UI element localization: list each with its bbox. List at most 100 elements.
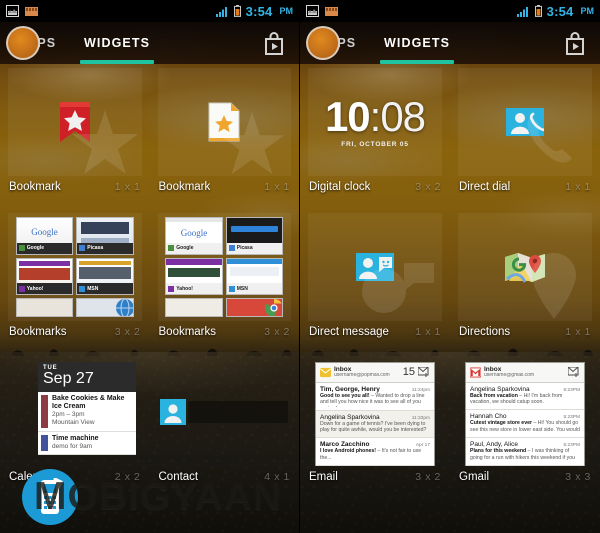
gmail-list-item: Angelina Sparkovina 5:23PM Back from vac… bbox=[466, 382, 584, 411]
bookmark-tile: Google Google bbox=[165, 217, 223, 255]
favicon-icon bbox=[228, 245, 235, 252]
bookmark-tile bbox=[15, 298, 74, 317]
bookmark-tile bbox=[225, 298, 284, 317]
gmail-address: username@gmail.com bbox=[484, 373, 535, 379]
bookmark-title-bar: Yahoo! bbox=[166, 283, 222, 295]
email-list-item: Marco Zacchino Apr 17 I love Android pho… bbox=[316, 438, 434, 466]
bookmark-thumb bbox=[77, 258, 133, 284]
bookmarks-thumbnail-grid: Google Google Picasa Yahoo! MSN bbox=[15, 217, 134, 317]
bookmark-tile: MSN bbox=[225, 257, 284, 296]
widget-cell-bookmarks-light[interactable]: Google Google Picasa Yahoo! MSN Bookmark… bbox=[150, 207, 300, 352]
clock-date: FRI, OCTOBER 05 bbox=[341, 140, 409, 148]
email-header: Inbox username@popmail.com 15 bbox=[316, 363, 434, 383]
favicon-icon bbox=[18, 285, 25, 292]
gmail-list-item: Paul, Andy, Alice 5:23PM Plans for this … bbox=[466, 438, 584, 466]
widget-name: Email bbox=[309, 471, 338, 483]
email-sender: Marco Zacchino bbox=[320, 441, 370, 449]
bookmark-label: Google bbox=[26, 245, 44, 252]
digital-clock-preview: 10:08 FRI, OCTOBER 05 bbox=[325, 92, 426, 149]
play-store-bag-icon[interactable] bbox=[261, 30, 287, 56]
bookmark-thumb bbox=[226, 218, 283, 243]
widget-size: 1 x 1 bbox=[114, 181, 141, 193]
email-unread-count: 15 bbox=[402, 366, 415, 379]
gmail-account: Inbox username@gmail.com bbox=[484, 366, 565, 379]
gmail-item-header: Paul, Andy, Alice 5:23PM bbox=[470, 441, 580, 448]
event-time: 2pm – 3pm bbox=[52, 411, 85, 419]
widget-cell-bookmark-ribbon[interactable]: Bookmark 1 x 1 bbox=[0, 62, 150, 207]
event-time: demo for 9am bbox=[52, 442, 93, 450]
play-store-bag-icon[interactable] bbox=[562, 30, 588, 56]
widget-cell-bookmarks-dark[interactable]: Google Google Picasa Yahoo! MSN Bookmark… bbox=[0, 207, 150, 352]
widget-cell-calendar[interactable]: TUE Sep 27 Bake Cookies & Make Ice Cream… bbox=[0, 352, 150, 497]
status-bar-notification-icons bbox=[6, 5, 38, 17]
widget-cell-direct-dial[interactable]: Direct dial 1 x 1 bbox=[450, 62, 600, 207]
gmail-sender: Paul, Andy, Alice bbox=[470, 441, 518, 449]
clock-separator: : bbox=[369, 92, 382, 140]
widget-cell-direct-message[interactable]: Direct message 1 x 1 bbox=[300, 207, 450, 352]
widget-size: 1 x 1 bbox=[415, 326, 441, 338]
bookmark-tile: Picasa bbox=[225, 217, 284, 255]
tab-widgets[interactable]: WIDGETS bbox=[374, 22, 460, 64]
signal-bars-icon bbox=[215, 6, 227, 17]
sd-card-icon bbox=[25, 6, 38, 16]
gmail-m-badge-icon bbox=[470, 367, 481, 378]
widget-preview bbox=[158, 358, 292, 466]
widget-row: 10:08 FRI, OCTOBER 05 Digital clock 3 x … bbox=[300, 62, 600, 207]
compose-mail-icon bbox=[418, 367, 429, 378]
widget-cell-directions[interactable]: Directions 1 x 1 bbox=[450, 207, 600, 352]
widget-cell-email[interactable]: Inbox username@popmail.com 15 Tim, Georg… bbox=[300, 352, 450, 497]
status-bar-left: 3:54 PM bbox=[0, 0, 299, 22]
widget-name: Directions bbox=[459, 326, 511, 338]
widget-cell-contact[interactable]: Contact 4 x 1 bbox=[150, 352, 300, 497]
widget-label-row: Direct message 1 x 1 bbox=[308, 321, 442, 338]
compose-mail-icon bbox=[568, 367, 579, 378]
google-maps-icon bbox=[505, 253, 545, 283]
gmail-snippet: Back from vacation – Hi! I'm back from v… bbox=[470, 393, 580, 407]
widget-label-row: Bookmark 1 x 1 bbox=[158, 176, 292, 193]
widget-row: Direct message 1 x 1 Directions 1 x 1 bbox=[300, 207, 600, 352]
drawer-tab-bar-left: APPS WIDGETS bbox=[0, 22, 299, 64]
widget-name: Gmail bbox=[459, 471, 490, 483]
widget-label-row: Bookmarks 3 x 2 bbox=[158, 321, 292, 338]
event-color-chip bbox=[41, 394, 48, 428]
bookmark-label: Picasa bbox=[236, 245, 253, 252]
bookmark-thumb: Google bbox=[166, 218, 222, 243]
widget-cell-gmail[interactable]: Inbox username@gmail.com Angelina Sparko… bbox=[450, 352, 600, 497]
bookmark-title-bar: Google bbox=[16, 242, 73, 254]
favicon-icon bbox=[18, 245, 25, 252]
widget-preview: TUE Sep 27 Bake Cookies & Make Ice Cream… bbox=[8, 358, 142, 466]
screenshot-icon bbox=[306, 5, 319, 17]
dual-screenshot-container: 3:54 PM APPS WIDGETS bbox=[0, 0, 600, 533]
widget-cell-digital-clock[interactable]: 10:08 FRI, OCTOBER 05 Digital clock 3 x … bbox=[300, 62, 450, 207]
gmail-subject: Back from vacation bbox=[470, 392, 518, 399]
widget-preview bbox=[458, 213, 592, 321]
widget-row: Google Google Picasa Yahoo! MSN Bookmark… bbox=[0, 207, 299, 352]
favicon-icon bbox=[79, 245, 86, 252]
bookmark-title-bar: MSN bbox=[77, 283, 133, 295]
widget-label-row: Bookmark 1 x 1 bbox=[8, 176, 142, 193]
document-star-icon bbox=[208, 102, 240, 142]
gmail-sender: Hannah Cho bbox=[470, 413, 507, 421]
widget-label-row: Calendar 2 x 2 bbox=[8, 466, 142, 483]
widget-label-row: Gmail 3 x 3 bbox=[458, 466, 592, 483]
bookmark-tile bbox=[165, 298, 223, 317]
bookmark-label: MSN bbox=[87, 285, 99, 292]
email-item-header: Tim, George, Henry 11:24pm bbox=[320, 386, 430, 393]
widget-name: Bookmarks bbox=[158, 326, 217, 338]
bookmark-label: Yahoo! bbox=[176, 285, 193, 292]
widget-name: Direct dial bbox=[459, 181, 511, 193]
status-bar-clock: 3:54 bbox=[245, 3, 273, 19]
tab-widgets[interactable]: WIDGETS bbox=[74, 22, 160, 64]
bookmark-tile: Yahoo! bbox=[165, 257, 223, 296]
widget-preview: Google Google Picasa Yahoo! MSN bbox=[157, 213, 291, 321]
email-snippet: Good to see you all! – Wanted to drop a … bbox=[320, 393, 430, 407]
widget-size: 3 x 3 bbox=[565, 471, 591, 483]
screenshot-icon bbox=[6, 5, 19, 17]
status-bar-clock-ampm: PM bbox=[580, 6, 595, 16]
sd-card-icon bbox=[325, 6, 338, 16]
bookmark-thumb bbox=[77, 218, 133, 243]
email-list-item: Tim, George, Henry 11:24pm Good to see y… bbox=[316, 382, 434, 411]
widget-cell-bookmark-doc[interactable]: Bookmark 1 x 1 bbox=[150, 62, 300, 207]
email-snippet: Down for a game of tennis? I've been dyi… bbox=[320, 420, 427, 434]
widget-label-row: Contact 4 x 1 bbox=[158, 466, 292, 483]
